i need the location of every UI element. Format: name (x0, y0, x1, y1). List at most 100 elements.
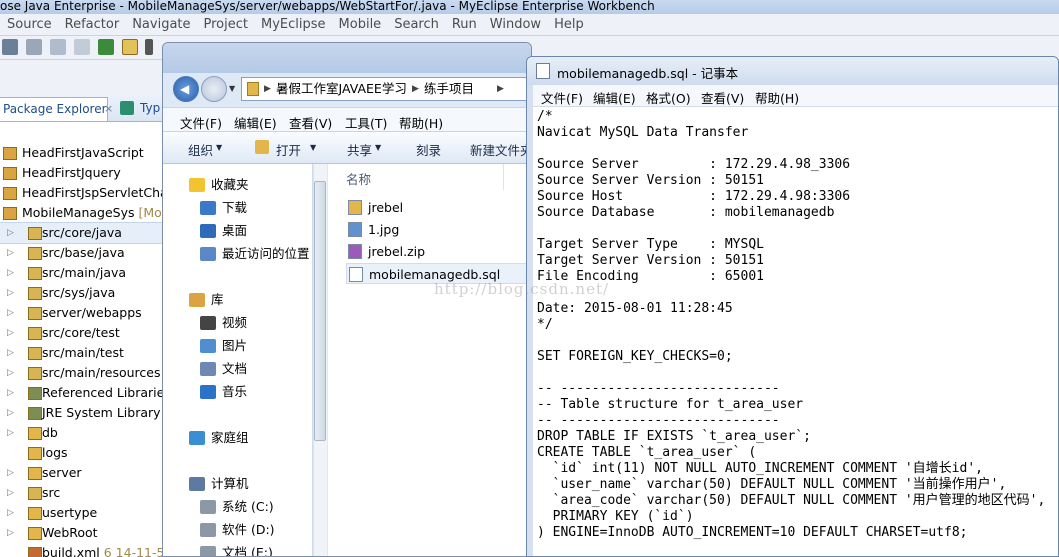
menu-edit[interactable]: 编辑(E) (234, 113, 277, 131)
tree-item[interactable]: HeadFirstJquery (0, 163, 170, 183)
nav-item-2[interactable]: 桌面 (163, 220, 313, 242)
new-dropdown-icon[interactable] (2, 39, 18, 55)
save-all-icon[interactable] (50, 39, 66, 55)
chevron-right-icon[interactable]: ▷ (7, 463, 14, 483)
menu-file[interactable]: 文件(F) (541, 88, 583, 106)
nav-item-8[interactable]: 音乐 (163, 381, 313, 403)
menu-project[interactable]: Project (197, 14, 254, 32)
server-icon[interactable] (122, 39, 138, 55)
open-button[interactable]: 打开 (276, 140, 301, 159)
tree-item[interactable]: ▷ server/webapps (0, 303, 170, 323)
folder-icon (28, 527, 42, 540)
tree-item[interactable]: MobileManageSys [Mo (0, 203, 170, 223)
tab-package-explorer[interactable]: Package Explorer (0, 97, 108, 121)
nav-item-13[interactable]: 文档 (E:) (163, 542, 313, 556)
menu-myeclipse[interactable]: MyEclipse (254, 14, 332, 32)
chevron-right-icon[interactable]: ▷ (7, 243, 14, 263)
tab-close-icon[interactable]: × (104, 102, 113, 115)
chevron-right-icon[interactable]: ▷ (7, 283, 14, 303)
text-line: Source Server Version : 50151 (537, 173, 764, 188)
nav-item-1[interactable]: 下载 (163, 197, 313, 219)
nav-item-4[interactable]: 库 (163, 289, 313, 311)
tool-icon[interactable] (145, 39, 153, 55)
address-bar[interactable]: ▶ 暑假工作室JAVAEE学习 ▶ 练手项目 ▶ (241, 77, 531, 101)
menu-file[interactable]: 文件(F) (180, 113, 222, 131)
history-dropdown-icon[interactable]: ▼ (229, 84, 235, 93)
chevron-right-icon[interactable]: ▷ (7, 223, 14, 243)
nav-item-0[interactable]: 收藏夹 (163, 174, 313, 196)
nav-item-3[interactable]: 最近访问的位置 (163, 243, 313, 265)
tree-item[interactable]: ▷ src/base/java (0, 243, 170, 263)
menu-view[interactable]: 查看(V) (701, 88, 744, 106)
tree-item[interactable]: ▷ JRE System Library [J (0, 403, 170, 423)
menu-navigate[interactable]: Navigate (125, 14, 196, 32)
burn-button[interactable]: 刻录 (416, 140, 441, 159)
tree-item[interactable]: ▷ src/main/test (0, 343, 170, 363)
menu-help[interactable]: Help (547, 14, 590, 32)
nav-item-9[interactable]: 家庭组 (163, 427, 313, 449)
nav-item-5[interactable]: 视频 (163, 312, 313, 334)
tree-item[interactable]: HeadFirstJspServletChap (0, 183, 170, 203)
project-icon (3, 147, 17, 160)
chevron-right-icon[interactable]: ▷ (7, 263, 14, 283)
menu-edit[interactable]: 编辑(E) (593, 88, 636, 106)
tree-item[interactable]: ▷ WebRoot (0, 523, 170, 543)
organize-button[interactable]: 组织 (188, 140, 213, 159)
menu-refactor[interactable]: Refactor (58, 14, 126, 32)
save-icon[interactable] (26, 39, 42, 55)
nav-item-11[interactable]: 系统 (C:) (163, 496, 313, 518)
tree-item[interactable]: logs (0, 443, 170, 463)
breadcrumb-item[interactable]: 暑假工作室JAVAEE学习 (276, 78, 407, 100)
tree-item[interactable]: ▷ src/core/java (0, 222, 170, 244)
menu-mobile[interactable]: Mobile (332, 14, 388, 32)
tree-item[interactable]: HeadFirstJavaScript (0, 143, 170, 163)
tree-item[interactable]: ▷ src/core/test (0, 323, 170, 343)
tree-item[interactable]: ▷ src (0, 483, 170, 503)
chevron-right-icon[interactable]: ▷ (7, 343, 14, 363)
chevron-right-icon[interactable]: ▷ (7, 403, 14, 423)
text-line: SET FOREIGN_KEY_CHECKS=0; (537, 349, 733, 364)
file-item[interactable]: 1.jpg (346, 219, 531, 240)
menu-search[interactable]: Search (387, 14, 445, 32)
file-item[interactable]: jrebel.zip (346, 241, 531, 262)
breadcrumb-item[interactable]: 练手项目 (424, 78, 474, 100)
chevron-right-icon[interactable]: ▷ (7, 323, 14, 343)
menu-tools[interactable]: 工具(T) (345, 113, 387, 131)
nav-scrollbar-thumb[interactable] (314, 181, 326, 441)
forward-button[interactable] (201, 76, 227, 102)
chevron-right-icon[interactable]: ▷ (7, 423, 14, 443)
menu-source[interactable]: Source (0, 14, 58, 32)
file-item[interactable]: jrebel (346, 197, 531, 218)
menu-run[interactable]: Run (445, 14, 483, 32)
tree-item[interactable]: ▷ db (0, 423, 170, 443)
tree-item[interactable]: ▷ src/sys/java (0, 283, 170, 303)
tree-item[interactable]: ▷ src/main/resources (0, 363, 170, 383)
deploy-icon[interactable] (98, 39, 114, 55)
chevron-right-icon[interactable]: ▷ (7, 383, 14, 403)
menu-format[interactable]: 格式(O) (646, 88, 691, 106)
tree-item[interactable]: ▷ server (0, 463, 170, 483)
tree-item[interactable]: build.xml 6 14-11-5 (0, 543, 170, 557)
chevron-right-icon[interactable]: ▷ (7, 363, 14, 383)
text-line: Source Server : 172.29.4.98_3306 (537, 157, 851, 172)
chevron-right-icon[interactable]: ▷ (7, 503, 14, 523)
nav-item-7[interactable]: 文档 (163, 358, 313, 380)
chevron-right-icon[interactable]: ▷ (7, 303, 14, 323)
menu-view[interactable]: 查看(V) (289, 113, 332, 131)
notepad-text-area[interactable]: /* Navicat MySQL Data Transfer Source Ser… (533, 107, 1058, 556)
tree-item[interactable]: ▷ usertype (0, 503, 170, 523)
print-icon[interactable] (74, 39, 90, 55)
menu-help[interactable]: 帮助(H) (755, 88, 799, 106)
menu-help[interactable]: 帮助(H) (399, 113, 443, 131)
new-folder-button[interactable]: 新建文件夹 (470, 140, 531, 159)
tree-item-label: logs (42, 445, 68, 460)
tree-item[interactable]: ▷ src/main/java (0, 263, 170, 283)
nav-item-6[interactable]: 图片 (163, 335, 313, 357)
nav-item-12[interactable]: 软件 (D:) (163, 519, 313, 541)
nav-item-10[interactable]: 计算机 (163, 473, 313, 495)
share-button[interactable]: 共享 (347, 140, 372, 159)
tree-item[interactable]: ▷ Referenced Libraries (0, 383, 170, 403)
chevron-right-icon[interactable]: ▷ (7, 483, 14, 503)
chevron-right-icon[interactable]: ▷ (7, 523, 14, 543)
menu-window[interactable]: Window (483, 14, 547, 32)
